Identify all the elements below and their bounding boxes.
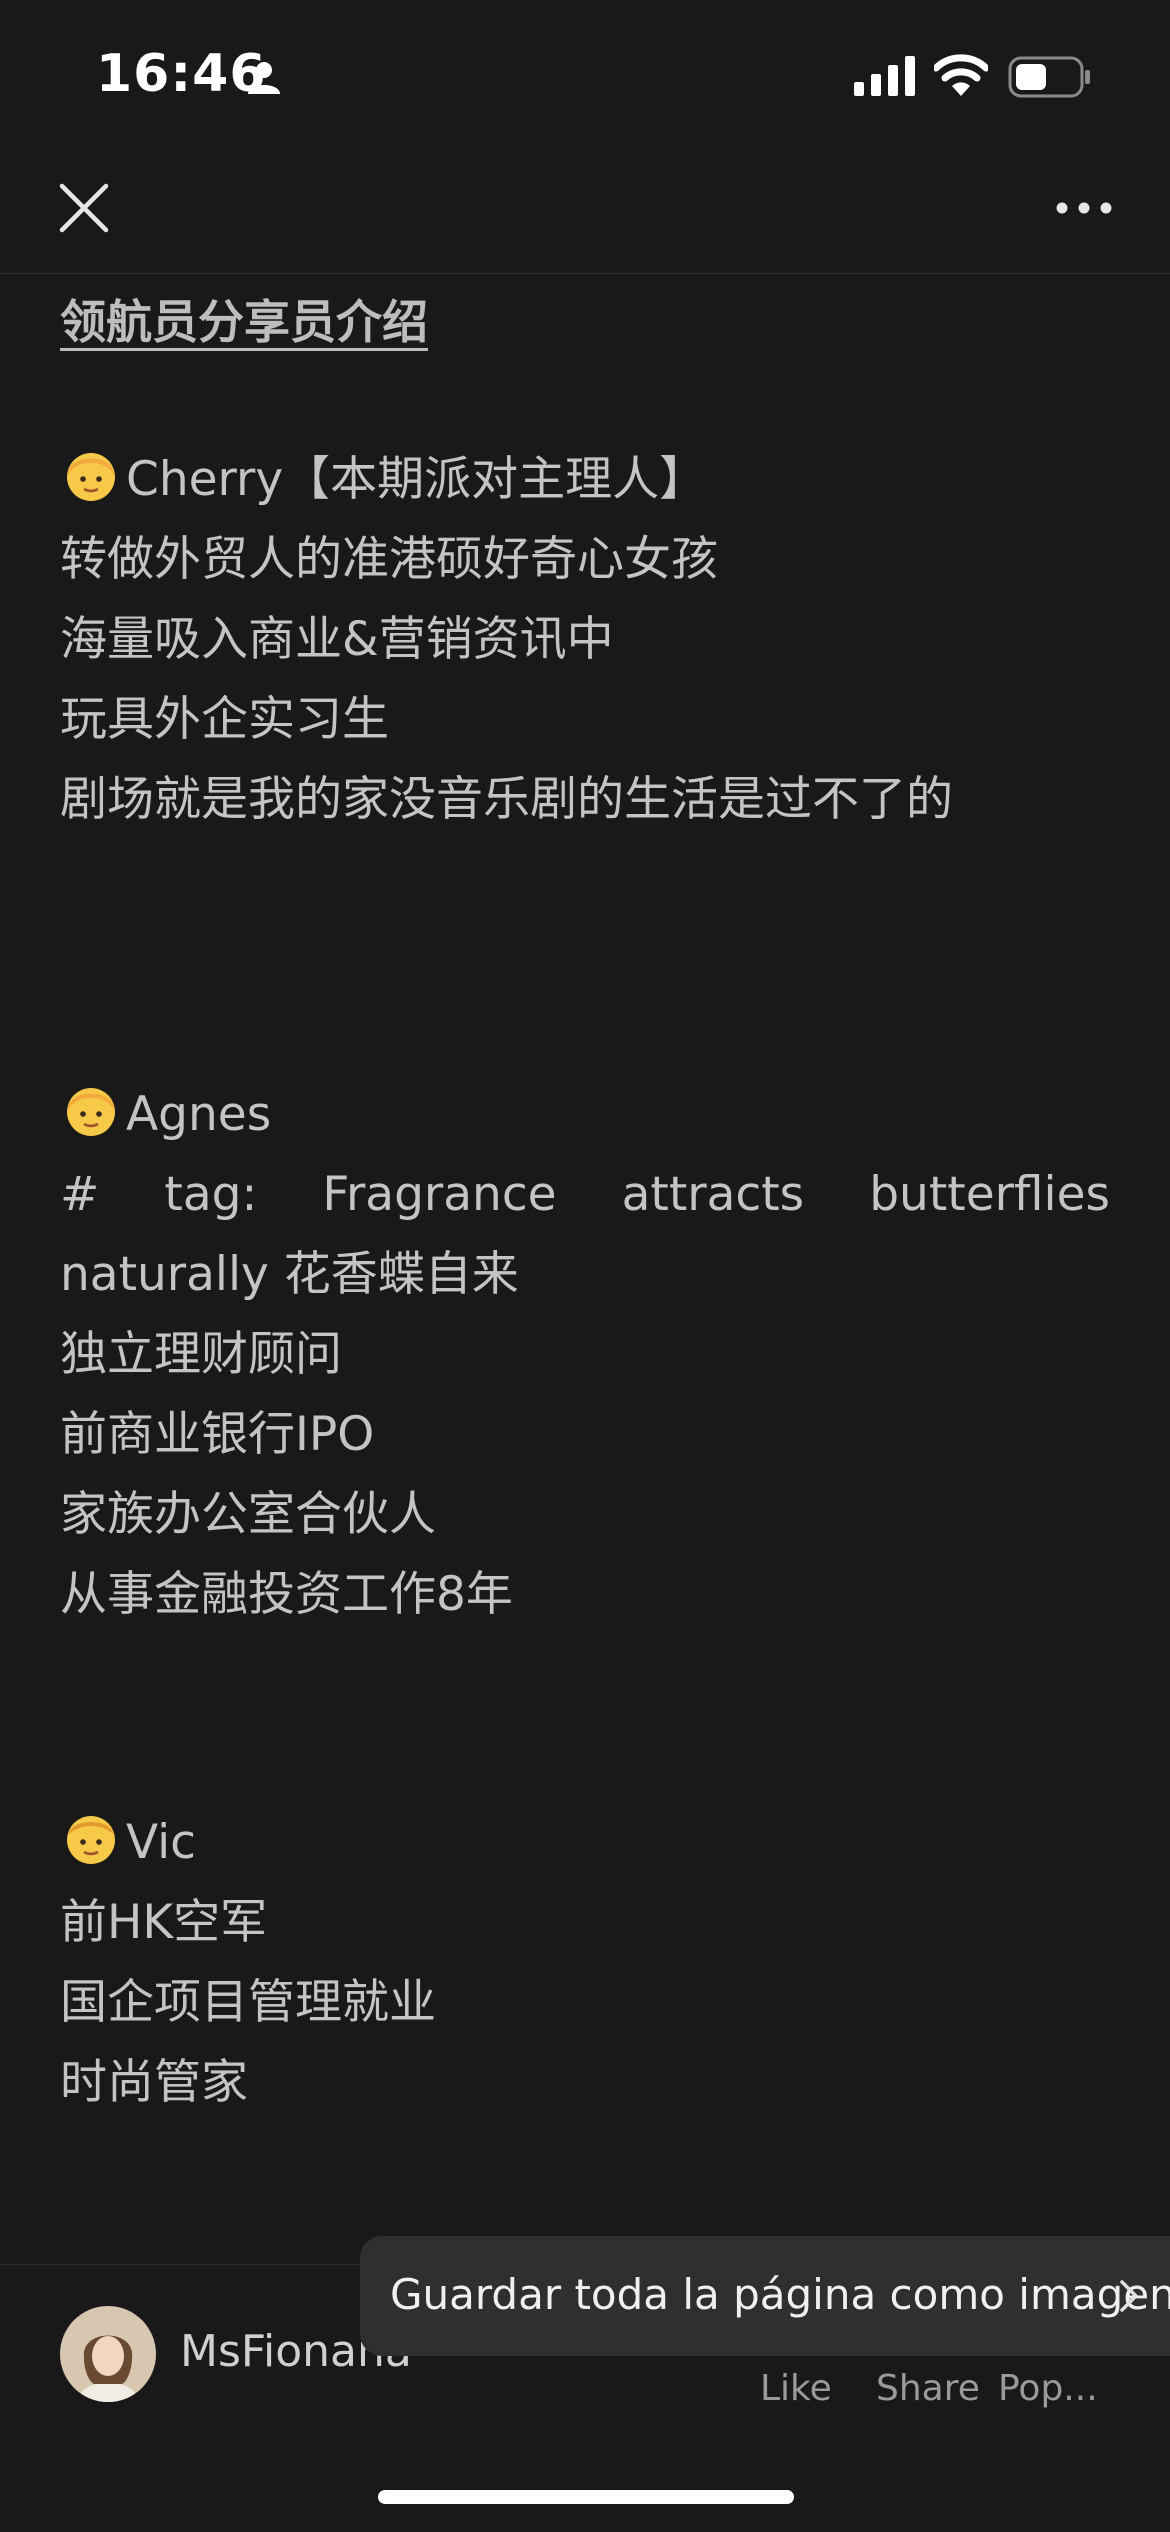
profile-line: # tag: Fragrance attracts butterflies <box>60 1167 1110 1222</box>
girl-emoji-icon <box>67 1088 115 1136</box>
home-indicator[interactable] <box>378 2490 794 2504</box>
profile-name-text: Agnes <box>126 1087 272 1142</box>
author-avatar[interactable] <box>60 2306 156 2402</box>
status-time: 16:46 <box>96 44 267 104</box>
toast-text: Guardar toda la página como imagen <box>390 2270 1170 2319</box>
article-screen: 16:46 领航员分享员介绍 Cherry【本期派对主理人】 转做外贸人的准港硕… <box>0 0 1170 2532</box>
cellular-signal-icon <box>854 56 915 96</box>
profile-line: 时尚管家 <box>60 2055 248 2110</box>
profile-line: 玩具外企实习生 <box>60 692 389 747</box>
pop-button[interactable]: Pop... <box>998 2368 1098 2409</box>
profile-line: 家族办公室合伙人 <box>60 1487 436 1542</box>
avatar-image <box>60 2306 156 2402</box>
profile-line: 前HK空军 <box>60 1895 268 1950</box>
profile-line: naturally 花香蝶自来 <box>60 1247 519 1302</box>
girl-emoji-icon <box>67 453 115 501</box>
wifi-icon <box>934 54 988 96</box>
share-button[interactable]: Share <box>876 2368 980 2409</box>
profile-line: 海量吸入商业&营销资讯中 <box>60 612 614 667</box>
profile-name-agnes: Agnes <box>60 1075 1110 1155</box>
save-page-as-image-toast[interactable]: Guardar toda la página como imagen <box>360 2236 1170 2356</box>
boy-emoji-icon <box>67 1816 115 1864</box>
like-button[interactable]: Like <box>760 2368 832 2409</box>
profile-name-cherry: Cherry【本期派对主理人】 <box>60 440 1110 520</box>
profile-name-text: Vic <box>126 1815 197 1870</box>
battery-icon <box>1008 56 1090 98</box>
profile-name-vic: Vic <box>60 1803 1110 1883</box>
person-icon <box>248 62 280 94</box>
section-heading: 领航员分享员介绍 <box>60 295 428 349</box>
more-options-icon[interactable] <box>1054 196 1114 220</box>
top-nav-bar <box>0 150 1170 274</box>
profile-name-text: Cherry【本期派对主理人】 <box>126 452 707 507</box>
close-icon[interactable] <box>56 180 112 236</box>
profile-line: 独立理财顾问 <box>60 1327 342 1382</box>
profile-line: 剧场就是我的家没音乐剧的生活是过不了的 <box>60 772 953 827</box>
profile-line: 前商业银行IPO <box>60 1407 375 1462</box>
chevron-right-icon <box>1120 2280 1138 2312</box>
profile-line: 从事金融投资工作8年 <box>60 1567 513 1622</box>
profile-line: 转做外贸人的准港硕好奇心女孩 <box>60 532 718 587</box>
profile-line: 国企项目管理就业 <box>60 1975 436 2030</box>
status-bar: 16:46 <box>0 0 1170 150</box>
